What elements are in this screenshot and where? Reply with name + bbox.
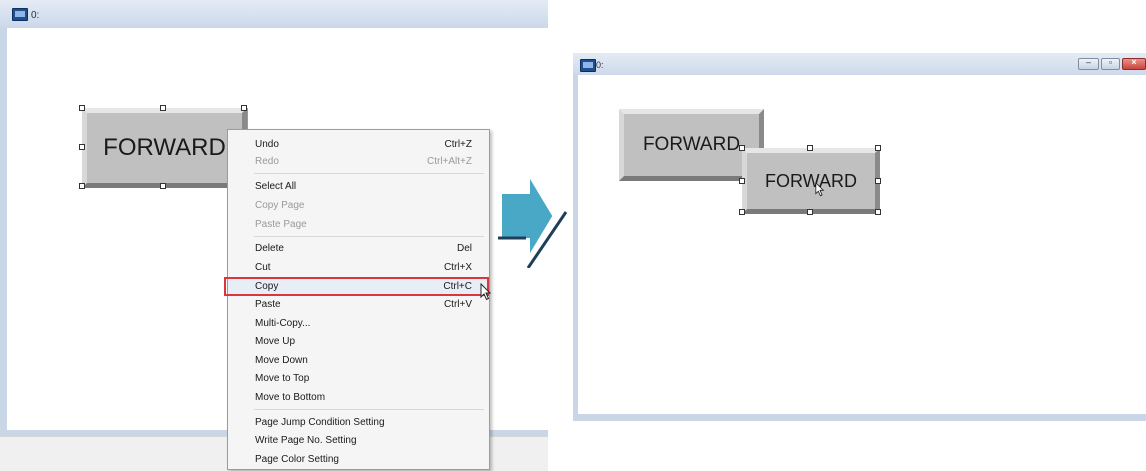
mouse-cursor-icon bbox=[480, 283, 492, 301]
close-button[interactable]: × bbox=[1122, 57, 1146, 70]
mouse-cursor-icon bbox=[815, 182, 825, 197]
menu-item-shortcut: Ctrl+C bbox=[443, 280, 472, 292]
menu-item-shortcut: Ctrl+Z bbox=[444, 138, 473, 150]
forward-button-copy[interactable]: FORWARD bbox=[742, 148, 880, 214]
window-app-icon bbox=[580, 59, 596, 72]
forward-button-label: FORWARD bbox=[642, 134, 741, 155]
menu-separator bbox=[254, 173, 484, 174]
right-window-titlebar: 0: – ▫ × bbox=[573, 53, 1146, 75]
menu-item-move-to-bottom[interactable]: Move to Bottom bbox=[228, 388, 489, 406]
menu-item-move-down[interactable]: Move Down bbox=[228, 351, 489, 369]
forward-button-selected[interactable]: FORWARD bbox=[82, 108, 247, 188]
menu-item-multi-copy[interactable]: Multi-Copy... bbox=[228, 314, 489, 332]
menu-item-label: Move to Bottom bbox=[255, 391, 326, 403]
menu-item-label: Move to Top bbox=[255, 372, 310, 384]
menu-item-redo[interactable]: Redo Ctrl+Alt+Z bbox=[228, 152, 489, 170]
menu-item-delete[interactable]: Delete Del bbox=[228, 239, 489, 257]
menu-separator bbox=[254, 409, 484, 410]
menu-item-cut[interactable]: Cut Ctrl+X bbox=[228, 258, 489, 276]
resize-handle-w[interactable] bbox=[739, 178, 745, 184]
menu-item-copy[interactable]: Copy Ctrl+C bbox=[228, 277, 489, 295]
minimize-icon: – bbox=[1085, 57, 1091, 67]
forward-button-label: FORWARD bbox=[103, 134, 226, 161]
right-arrow-icon bbox=[498, 175, 568, 268]
menu-item-label: Paste Page bbox=[255, 218, 307, 230]
resize-handle-w[interactable] bbox=[79, 144, 85, 150]
menu-item-shortcut: Ctrl+X bbox=[443, 261, 472, 273]
menu-item-label: Page Jump Condition Setting bbox=[255, 416, 385, 428]
menu-item-label: Move Up bbox=[255, 335, 296, 347]
menu-item-label: Page Color Setting bbox=[255, 453, 339, 465]
forward-button-label: FORWARD bbox=[765, 170, 857, 191]
menu-item-label: Write Page No. Setting bbox=[255, 434, 357, 446]
right-window-title: 0: bbox=[596, 60, 604, 70]
minimize-button[interactable]: – bbox=[1078, 57, 1099, 70]
menu-item-shortcut: Ctrl+V bbox=[443, 298, 472, 310]
menu-item-label: Move Down bbox=[255, 354, 308, 366]
menu-item-label: Delete bbox=[255, 242, 284, 254]
menu-item-label: Paste bbox=[255, 298, 281, 310]
menu-item-write-page-no[interactable]: Write Page No. Setting bbox=[228, 431, 489, 449]
resize-handle-sw[interactable] bbox=[739, 209, 745, 215]
menu-item-page-color[interactable]: Page Color Setting bbox=[228, 450, 489, 468]
resize-handle-sw[interactable] bbox=[79, 183, 85, 189]
menu-item-label: Copy bbox=[255, 280, 279, 292]
window-app-icon bbox=[12, 8, 28, 21]
menu-item-label: Select All bbox=[255, 180, 297, 192]
menu-item-page-jump-condition[interactable]: Page Jump Condition Setting bbox=[228, 413, 489, 431]
menu-item-label: Redo bbox=[255, 155, 279, 167]
menu-item-shortcut: Del bbox=[456, 242, 472, 254]
resize-handle-ne[interactable] bbox=[875, 145, 881, 151]
restore-icon: ▫ bbox=[1108, 57, 1113, 67]
resize-handle-s[interactable] bbox=[160, 183, 166, 189]
menu-item-label: Cut bbox=[255, 261, 271, 273]
resize-handle-n[interactable] bbox=[160, 105, 166, 111]
resize-handle-se[interactable] bbox=[875, 209, 881, 215]
menu-item-label: Undo bbox=[255, 138, 279, 150]
menu-item-label: Multi-Copy... bbox=[255, 317, 311, 329]
menu-item-move-up[interactable]: Move Up bbox=[228, 332, 489, 350]
resize-handle-n[interactable] bbox=[807, 145, 813, 151]
menu-item-label: Copy Page bbox=[255, 199, 305, 211]
close-icon: × bbox=[1131, 57, 1137, 67]
resize-handle-e[interactable] bbox=[875, 178, 881, 184]
menu-item-paste-page[interactable]: Paste Page bbox=[228, 215, 489, 233]
resize-handle-nw[interactable] bbox=[79, 105, 85, 111]
context-menu: Undo Ctrl+Z Redo Ctrl+Alt+Z Select All C… bbox=[227, 129, 490, 470]
menu-item-move-to-top[interactable]: Move to Top bbox=[228, 369, 489, 387]
restore-button[interactable]: ▫ bbox=[1101, 57, 1120, 70]
resize-handle-ne[interactable] bbox=[241, 105, 247, 111]
resize-handle-nw[interactable] bbox=[739, 145, 745, 151]
left-window-title: 0: bbox=[31, 10, 40, 21]
menu-item-paste[interactable]: Paste Ctrl+V bbox=[228, 295, 489, 313]
menu-separator bbox=[254, 236, 484, 237]
menu-item-shortcut: Ctrl+Alt+Z bbox=[426, 155, 472, 167]
menu-item-copy-page[interactable]: Copy Page bbox=[228, 196, 489, 214]
resize-handle-s[interactable] bbox=[807, 209, 813, 215]
menu-item-select-all[interactable]: Select All bbox=[228, 177, 489, 195]
menu-item-undo[interactable]: Undo Ctrl+Z bbox=[228, 135, 489, 153]
left-window-titlebar: 0: bbox=[0, 0, 548, 29]
